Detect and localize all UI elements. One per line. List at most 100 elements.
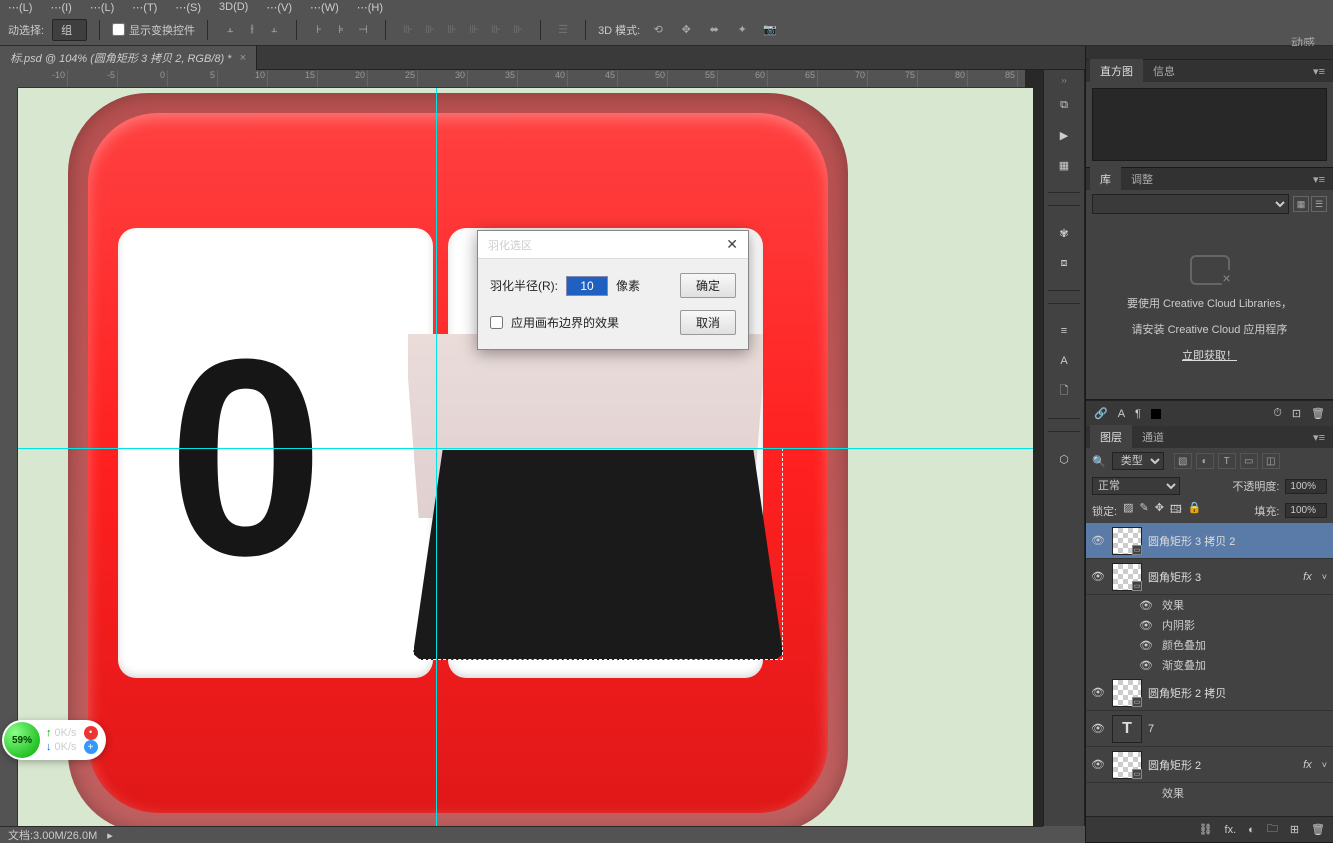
panel-menu-icon[interactable]: ▾≡ [1305, 173, 1333, 186]
fx-badge[interactable]: fx [1303, 571, 1312, 583]
align-top-icon[interactable]: ⫠ [220, 20, 240, 40]
delete-layer-icon[interactable]: 🗑 [1311, 823, 1325, 836]
show-transform-checkbox[interactable]: 显示变换控件 [112, 22, 195, 38]
fx-badge[interactable]: fx [1303, 759, 1312, 771]
library-select[interactable] [1092, 194, 1289, 214]
ruler-origin[interactable] [0, 70, 18, 88]
expand-arrow-icon[interactable]: ›› [1044, 76, 1084, 88]
blend-mode-select[interactable]: 正常 [1092, 477, 1180, 495]
layer-mask-icon[interactable]: ◐ [1248, 824, 1255, 836]
status-arrow-icon[interactable]: ▸ [107, 829, 113, 842]
layer-row[interactable]: 👁 ▭ 圆角矩形 3 fx˅ [1086, 559, 1333, 595]
canvas-bounds-checkbox[interactable] [490, 316, 503, 329]
ruler-vertical[interactable] [0, 88, 18, 826]
canvas-viewport[interactable]: -10-505101520253035404550556065707580859… [0, 70, 1043, 826]
opacity-field[interactable]: 100% [1285, 479, 1327, 494]
lock-artboard-icon[interactable]: 🖽 [1170, 501, 1182, 520]
align-left-icon[interactable]: ⊦ [309, 20, 329, 40]
guide-vertical[interactable] [436, 88, 437, 826]
3d-icon[interactable]: ⬡ [1049, 446, 1079, 472]
text-layer-thumb[interactable]: T [1112, 715, 1142, 743]
link-layers-icon[interactable]: ⛓ [1199, 823, 1213, 836]
menu-bar[interactable]: ⋯(L) ⋯(I)⋯(L)⋯(T)⋯(S) 3D(D) ⋯(V)⋯(W)⋯(H) [0, 0, 1333, 14]
filter-shape-icon[interactable]: ▭ [1240, 453, 1258, 469]
tab-library[interactable]: 库 [1090, 167, 1121, 191]
menu-item[interactable]: ⋯(L) [8, 1, 32, 14]
layer-thumb[interactable]: ▭ [1112, 527, 1142, 555]
effect-color-overlay[interactable]: 👁颜色叠加 [1086, 635, 1333, 655]
char-icon[interactable]: A [1118, 408, 1125, 420]
layer-thumb[interactable]: ▭ [1112, 751, 1142, 779]
layer-row[interactable]: 👁 ▭ 圆角矩形 3 拷贝 2 [1086, 523, 1333, 559]
3d-slide-icon[interactable]: ⬌ [704, 20, 724, 40]
align-right-icon[interactable]: ⊣ [353, 20, 373, 40]
layer-thumb[interactable]: ▭ [1112, 679, 1142, 707]
panel-menu-icon[interactable]: ▾≡ [1305, 431, 1333, 444]
trash-icon[interactable]: 🗑 [1311, 407, 1325, 420]
guide-horizontal[interactable] [18, 448, 1033, 449]
fill-field[interactable]: 100% [1285, 503, 1327, 518]
visibility-icon[interactable]: 👁 [1090, 722, 1106, 735]
filter-pixel-icon[interactable]: ▧ [1174, 453, 1192, 469]
new-layer-icon[interactable]: ⊞ [1290, 823, 1299, 836]
effect-gradient-overlay[interactable]: 👁渐变叠加 [1086, 655, 1333, 675]
effect-inner-shadow[interactable]: 👁内阴影 [1086, 615, 1333, 635]
layer-fx-icon[interactable]: fx. [1225, 824, 1237, 836]
layer-row[interactable]: 👁 ▭ 圆角矩形 2 拷贝 [1086, 675, 1333, 711]
cancel-button[interactable]: 取消 [680, 310, 736, 335]
lock-all-icon[interactable]: 🔒 [1188, 501, 1202, 520]
ruler-horizontal[interactable]: -10-505101520253035404550556065707580859… [18, 70, 1025, 88]
get-now-link[interactable]: 立即获取！ [1182, 347, 1237, 363]
lock-position-icon[interactable]: ✥ [1155, 501, 1164, 520]
layer-thumb[interactable]: ▭ [1112, 563, 1142, 591]
stopwatch-icon[interactable]: ⏱ [1273, 407, 1282, 420]
tab-adjust[interactable]: 调整 [1121, 167, 1163, 191]
close-icon[interactable]: × [239, 52, 245, 64]
3d-light-icon[interactable]: ✦ [732, 20, 752, 40]
layer-row[interactable]: 👁 T 7 [1086, 711, 1333, 747]
lock-pixels-icon[interactable]: ▨ [1123, 501, 1133, 520]
effects-header[interactable]: 效果 [1086, 783, 1333, 803]
layers-list[interactable]: 👁 ▭ 圆角矩形 3 拷贝 2 👁 ▭ 圆角矩形 3 fx˅ 👁效果 👁内阴影 … [1086, 523, 1333, 816]
filter-smart-icon[interactable]: ◫ [1262, 453, 1280, 469]
swatches-icon[interactable]: ▦ [1049, 152, 1079, 178]
clone-icon[interactable]: ⧈ [1049, 250, 1079, 276]
list-view-icon[interactable]: ☰ [1311, 196, 1327, 212]
tab-channels[interactable]: 通道 [1132, 425, 1174, 449]
clip-icon[interactable]: ⊡ [1292, 407, 1301, 420]
close-icon[interactable]: ✕ [726, 236, 738, 253]
filter-text-icon[interactable]: T [1218, 453, 1236, 469]
fill-swatch[interactable] [1151, 409, 1161, 419]
visibility-icon[interactable]: 👁 [1090, 686, 1106, 699]
align-vcenter-icon[interactable]: ⫲ [242, 20, 262, 40]
grid-view-icon[interactable]: ▦ [1293, 196, 1309, 212]
group-select[interactable]: 组 [52, 19, 87, 41]
link-icon[interactable]: 🔗 [1094, 407, 1108, 420]
effects-header[interactable]: 👁效果 [1086, 595, 1333, 615]
tab-info[interactable]: 信息 [1143, 59, 1185, 83]
align-bottom-icon[interactable]: ⫠ [264, 20, 284, 40]
doc-size[interactable]: 文档:3.00M/26.0M [8, 827, 97, 843]
3d-camera-icon[interactable]: 📷 [760, 20, 780, 40]
new-group-icon[interactable]: 🗀 [1267, 820, 1278, 839]
layer-row[interactable]: 👁 ▭ 圆角矩形 2 fx˅ [1086, 747, 1333, 783]
3d-pan-icon[interactable]: ✥ [676, 20, 696, 40]
align-hcenter-icon[interactable]: ⊧ [331, 20, 351, 40]
para-icon[interactable]: ¶ [1135, 408, 1141, 420]
ok-button[interactable]: 确定 [680, 273, 736, 298]
tab-histogram[interactable]: 直方图 [1090, 59, 1143, 83]
brushes-icon[interactable]: ✾ [1049, 220, 1079, 246]
paragraph-icon[interactable]: ≡ [1049, 318, 1079, 344]
lock-brush-icon[interactable]: ✎ [1139, 501, 1148, 520]
actions-icon[interactable]: ▶ [1049, 122, 1079, 148]
canvas[interactable]: 0 [18, 88, 1033, 826]
speed-widget[interactable]: 59% ↑0K/s• ↓0K/s+ [2, 720, 106, 760]
history-icon[interactable]: ⧉ [1049, 92, 1079, 118]
filter-adjust-icon[interactable]: ◐ [1196, 453, 1214, 469]
glyphs-icon[interactable]: 🗋 [1049, 378, 1079, 404]
tab-layers[interactable]: 图层 [1090, 425, 1132, 449]
visibility-icon[interactable]: 👁 [1090, 570, 1106, 583]
3d-orbit-icon[interactable]: ⟲ [648, 20, 668, 40]
document-tab[interactable]: 标.psd @ 104% (圆角矩形 3 拷贝 2, RGB/8) * × [0, 46, 257, 70]
dialog-titlebar[interactable]: 羽化选区 ✕ [478, 231, 748, 259]
